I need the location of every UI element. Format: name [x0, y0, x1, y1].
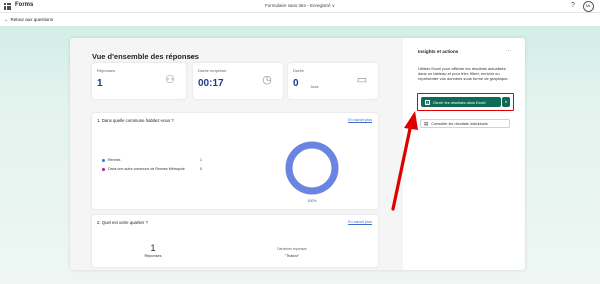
legend-label: Dans une autre commune de Rennes Métropo…: [108, 167, 185, 171]
back-link-label: Retour aux questions: [10, 17, 54, 22]
stat-value: 1: [97, 78, 103, 89]
stat-label: Durée moyenne: [198, 68, 227, 73]
latest-response-value: "Thabor": [284, 254, 300, 258]
stat-label: Durée: [293, 68, 304, 73]
responses-stat-card: Réponses 1 ⚇: [92, 63, 186, 99]
responses-label: Réponses: [144, 254, 162, 258]
duration-stat-card: Durée 0 Jours ▭: [288, 63, 378, 99]
question-2-card: 2. Quel est votre quartier ? En savoir p…: [92, 215, 378, 267]
legend-count: 0: [200, 167, 202, 171]
overview-title: Vue d'ensemble des réponses: [92, 52, 199, 61]
clock-icon: ◷: [262, 74, 272, 86]
legend-dot: [102, 167, 105, 171]
back-to-questions-link[interactable]: ← Retour aux questions: [4, 17, 53, 22]
calendar-icon: ▭: [356, 74, 368, 86]
donut-chart: 100%: [285, 141, 339, 203]
stat-value: 00:17: [198, 78, 224, 89]
legend-item: Dans une autre commune de Rennes Métropo…: [102, 167, 202, 171]
learn-more-link[interactable]: En savoir plus: [348, 220, 372, 224]
people-icon: ⚇: [165, 74, 175, 86]
question-title: 1. Dans quelle commune habitez-vous ?: [97, 118, 174, 123]
table-icon: ▤: [424, 120, 429, 126]
help-icon[interactable]: ?: [571, 2, 575, 9]
more-options-icon[interactable]: ···: [506, 48, 511, 54]
latest-responses-label: Dernières réponses: [277, 247, 307, 251]
donut-slice-rennes: [285, 141, 339, 195]
stat-value: 0: [293, 78, 299, 89]
responses-count: 1: [150, 243, 156, 253]
legend-item: Rennes 1: [102, 158, 202, 162]
document-title[interactable]: Formulaire sans titre - Enregistré ∨: [0, 3, 600, 9]
donut-percent-label: 100%: [307, 199, 317, 203]
avatar[interactable]: ML: [583, 1, 594, 12]
status-badge: Actif: [187, 54, 195, 59]
question-1-card: 1. Dans quelle commune habitez-vous ? En…: [92, 113, 378, 209]
top-bar: Forms Formulaire sans titre - Enregistré…: [0, 0, 600, 13]
legend-label: Rennes: [108, 158, 121, 162]
insights-title: Insights et actions: [418, 49, 459, 54]
view-individual-results-label: Consulter les résultats individuels: [431, 121, 488, 126]
question-title: 2. Quel est votre quartier ?: [97, 220, 148, 225]
stat-unit: Jours: [310, 85, 319, 89]
legend-dot: [102, 158, 105, 162]
average-duration-stat-card: Durée moyenne 00:17 ◷: [193, 63, 283, 99]
annotation-highlight-box: [417, 93, 514, 111]
view-individual-results-button[interactable]: ▤ Consulter les résultats individuels: [420, 119, 510, 128]
insights-description: Utiliser Excel pour afficher les résulta…: [418, 66, 509, 81]
legend-count: 1: [200, 158, 202, 162]
arrow-left-icon: ←: [4, 17, 9, 22]
learn-more-link[interactable]: En savoir plus: [348, 118, 372, 122]
stat-label: Réponses: [97, 68, 116, 73]
